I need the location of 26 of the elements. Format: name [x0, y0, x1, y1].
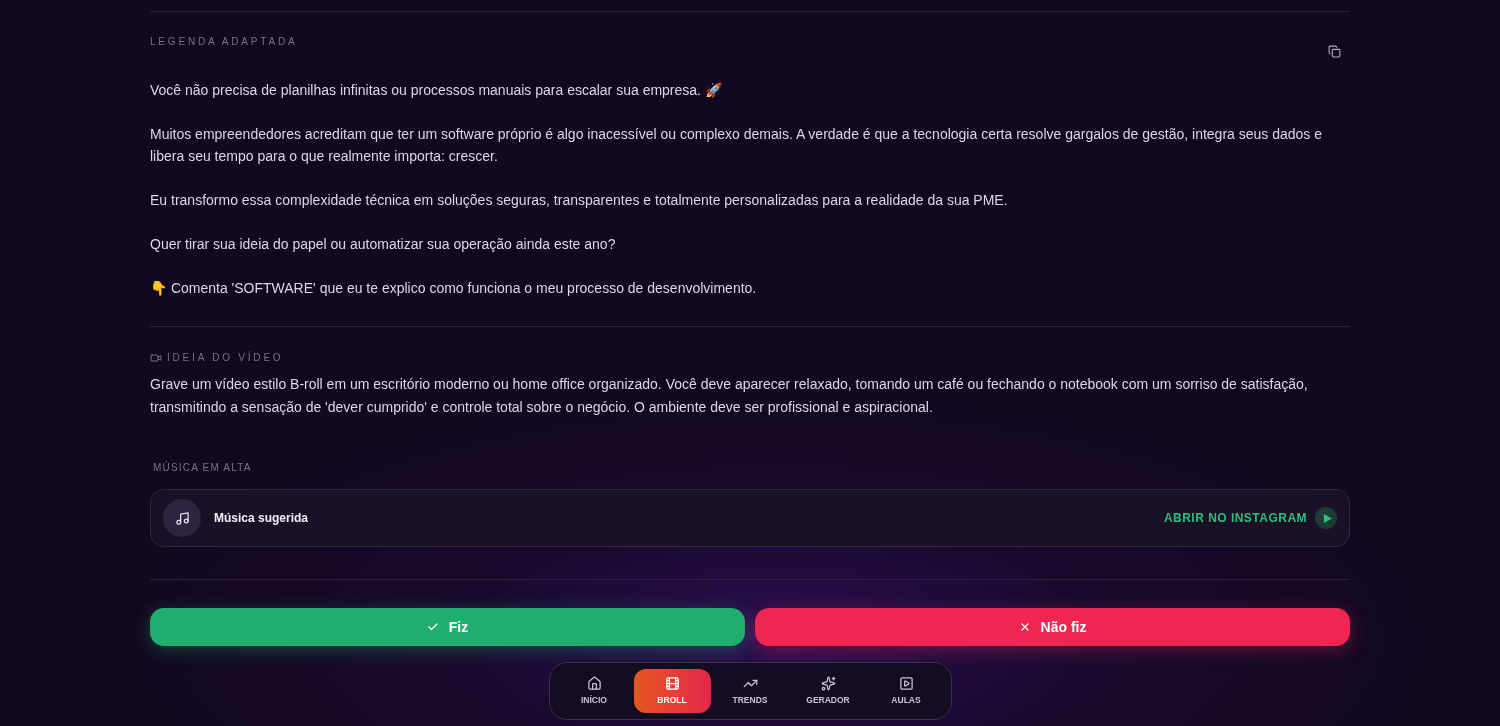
nav-tab[interactable]: AULAS [867, 669, 945, 713]
caption-paragraph: Eu transformo essa complexidade técnica em soluções seguras, transparentes e totalmente personalizadas para a realidade da sua PME. [150, 191, 1009, 210]
nav-tab[interactable]: INÍCIO [555, 669, 633, 713]
nav-tab[interactable]: TRENDS [711, 669, 789, 713]
caption-paragraph: Muitos empreendedores acreditam que ter um software próprio é algo inacessível ou complexo demais. A verdade é que a tecnologia certa resolve gargalos de gestão, integra seus dados e libera seu tempo para o que realmente importa: crescer. [150, 125, 1324, 166]
video-camera-icon [150, 352, 162, 364]
caption-paragraph: 👇 Comenta 'SOFTWARE' que eu te explico como funciona o meu processo de desenvolvimento. [150, 279, 758, 298]
film-icon [664, 675, 680, 691]
nav-tab[interactable]: BROLL [633, 669, 711, 713]
section-label: MÚSICA EM ALTA [153, 462, 252, 474]
caption-paragraph: Quer tirar sua ideia do papel ou automatizar sua operação ainda este ano? [150, 235, 617, 254]
play-square-icon [898, 675, 914, 691]
home-icon [586, 675, 602, 691]
music-title: Música sugerida [214, 510, 309, 527]
music-note-icon [163, 499, 201, 537]
play-icon[interactable] [1315, 507, 1337, 529]
check-icon [426, 621, 439, 633]
video-idea-text: Grave um vídeo estilo B-roll em um escritório moderno ou home office organizado. Você deve aparecer relaxado, tomando um café ou fechando o notebook com um sorriso de satisfação, transmitindo a sensação de 'dever cumprido' e controle total sobre o negócio. O ambiente deve ser profissional e aspiracional. [150, 375, 1309, 417]
not-done-button[interactable]: Não fiz [755, 608, 1350, 646]
nav-tab[interactable]: GERADOR [789, 669, 867, 713]
caption-paragraph: Você não precisa de planilhas infinitas ou processos manuais para escalar sua empresa. 🚀 [150, 81, 723, 100]
sparkles-icon [820, 675, 836, 691]
section-label: IDEIA DO VÍDEO [167, 352, 284, 364]
open-instagram-link[interactable]: ABRIR NO INSTAGRAM [1163, 509, 1307, 527]
copy-icon[interactable] [1328, 45, 1341, 58]
section-label: LEGENDA ADAPTADA [150, 36, 298, 48]
